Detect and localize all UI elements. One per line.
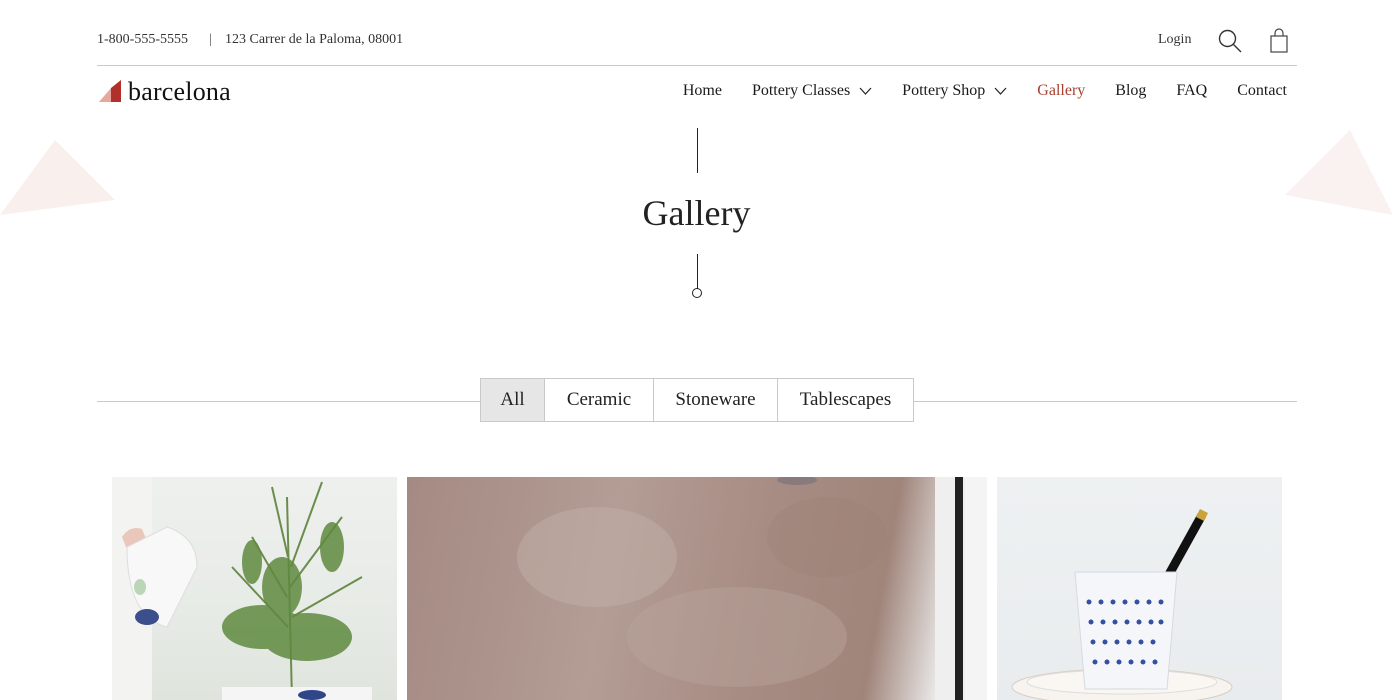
nav-item-faq[interactable]: FAQ (1176, 82, 1207, 100)
nav-item-gallery[interactable]: Gallery (1037, 82, 1085, 100)
nav-item-blog[interactable]: Blog (1115, 82, 1146, 100)
nav-item-home[interactable]: Home (683, 82, 722, 100)
logo-mark-icon (99, 80, 121, 102)
page-title: Gallery (642, 193, 751, 233)
cup-photo (1011, 508, 1233, 700)
site-logo[interactable]: barcelona (99, 78, 231, 106)
gallery-item-planter[interactable] (112, 477, 397, 700)
nav-item-pottery-classes[interactable]: Pottery Classes (752, 82, 872, 100)
filter-tab-tablescapes[interactable]: Tablescapes (777, 378, 914, 422)
wall-photo (517, 477, 987, 700)
address: 123 Carrer de la Paloma, 08001 (225, 32, 404, 47)
phone-number[interactable]: 1-800-555-5555 (97, 32, 188, 48)
filter-tab-ceramic[interactable]: Ceramic (544, 378, 654, 422)
nav-item-pottery-shop[interactable]: Pottery Shop (902, 82, 1007, 100)
nav-item-label: Home (682, 82, 722, 99)
hero-line-bottom (697, 254, 698, 289)
nav-item-label: Gallery (1037, 82, 1086, 99)
shopping-bag-icon[interactable] (1268, 28, 1290, 54)
nav-item-label: Blog (1115, 82, 1147, 99)
gallery-item-wall[interactable] (407, 477, 987, 700)
filter-tab-all[interactable]: All (480, 378, 545, 422)
hero-dot (692, 288, 702, 298)
top-bar: 1-800-555-5555 | 123 Carrer de la Paloma… (97, 28, 1297, 54)
topbar-separator: | (209, 32, 212, 47)
header-divider (97, 65, 1297, 66)
logo-text: barcelona (128, 77, 231, 106)
login-link[interactable]: Login (1158, 32, 1191, 48)
chevron-down-icon (994, 87, 1007, 95)
nav-item-label: Pottery Classes (751, 82, 851, 99)
nav-item-label: Contact (1237, 82, 1287, 99)
nav-item-label: FAQ (1176, 82, 1208, 99)
filter-tab-stoneware[interactable]: Stoneware (653, 378, 778, 422)
chevron-down-icon (859, 87, 872, 95)
gallery-item-cup[interactable] (997, 477, 1282, 700)
search-icon[interactable] (1217, 28, 1243, 54)
planter-photo (112, 477, 372, 700)
gallery-filters: All Ceramic Stoneware Tablescapes (480, 378, 914, 422)
nav-item-contact[interactable]: Contact (1237, 82, 1287, 100)
nav-item-label: Pottery Shop (902, 82, 986, 99)
main-nav: Home Pottery Classes Pottery Shop Galler… (653, 82, 1287, 100)
hero-line-top (697, 128, 698, 173)
